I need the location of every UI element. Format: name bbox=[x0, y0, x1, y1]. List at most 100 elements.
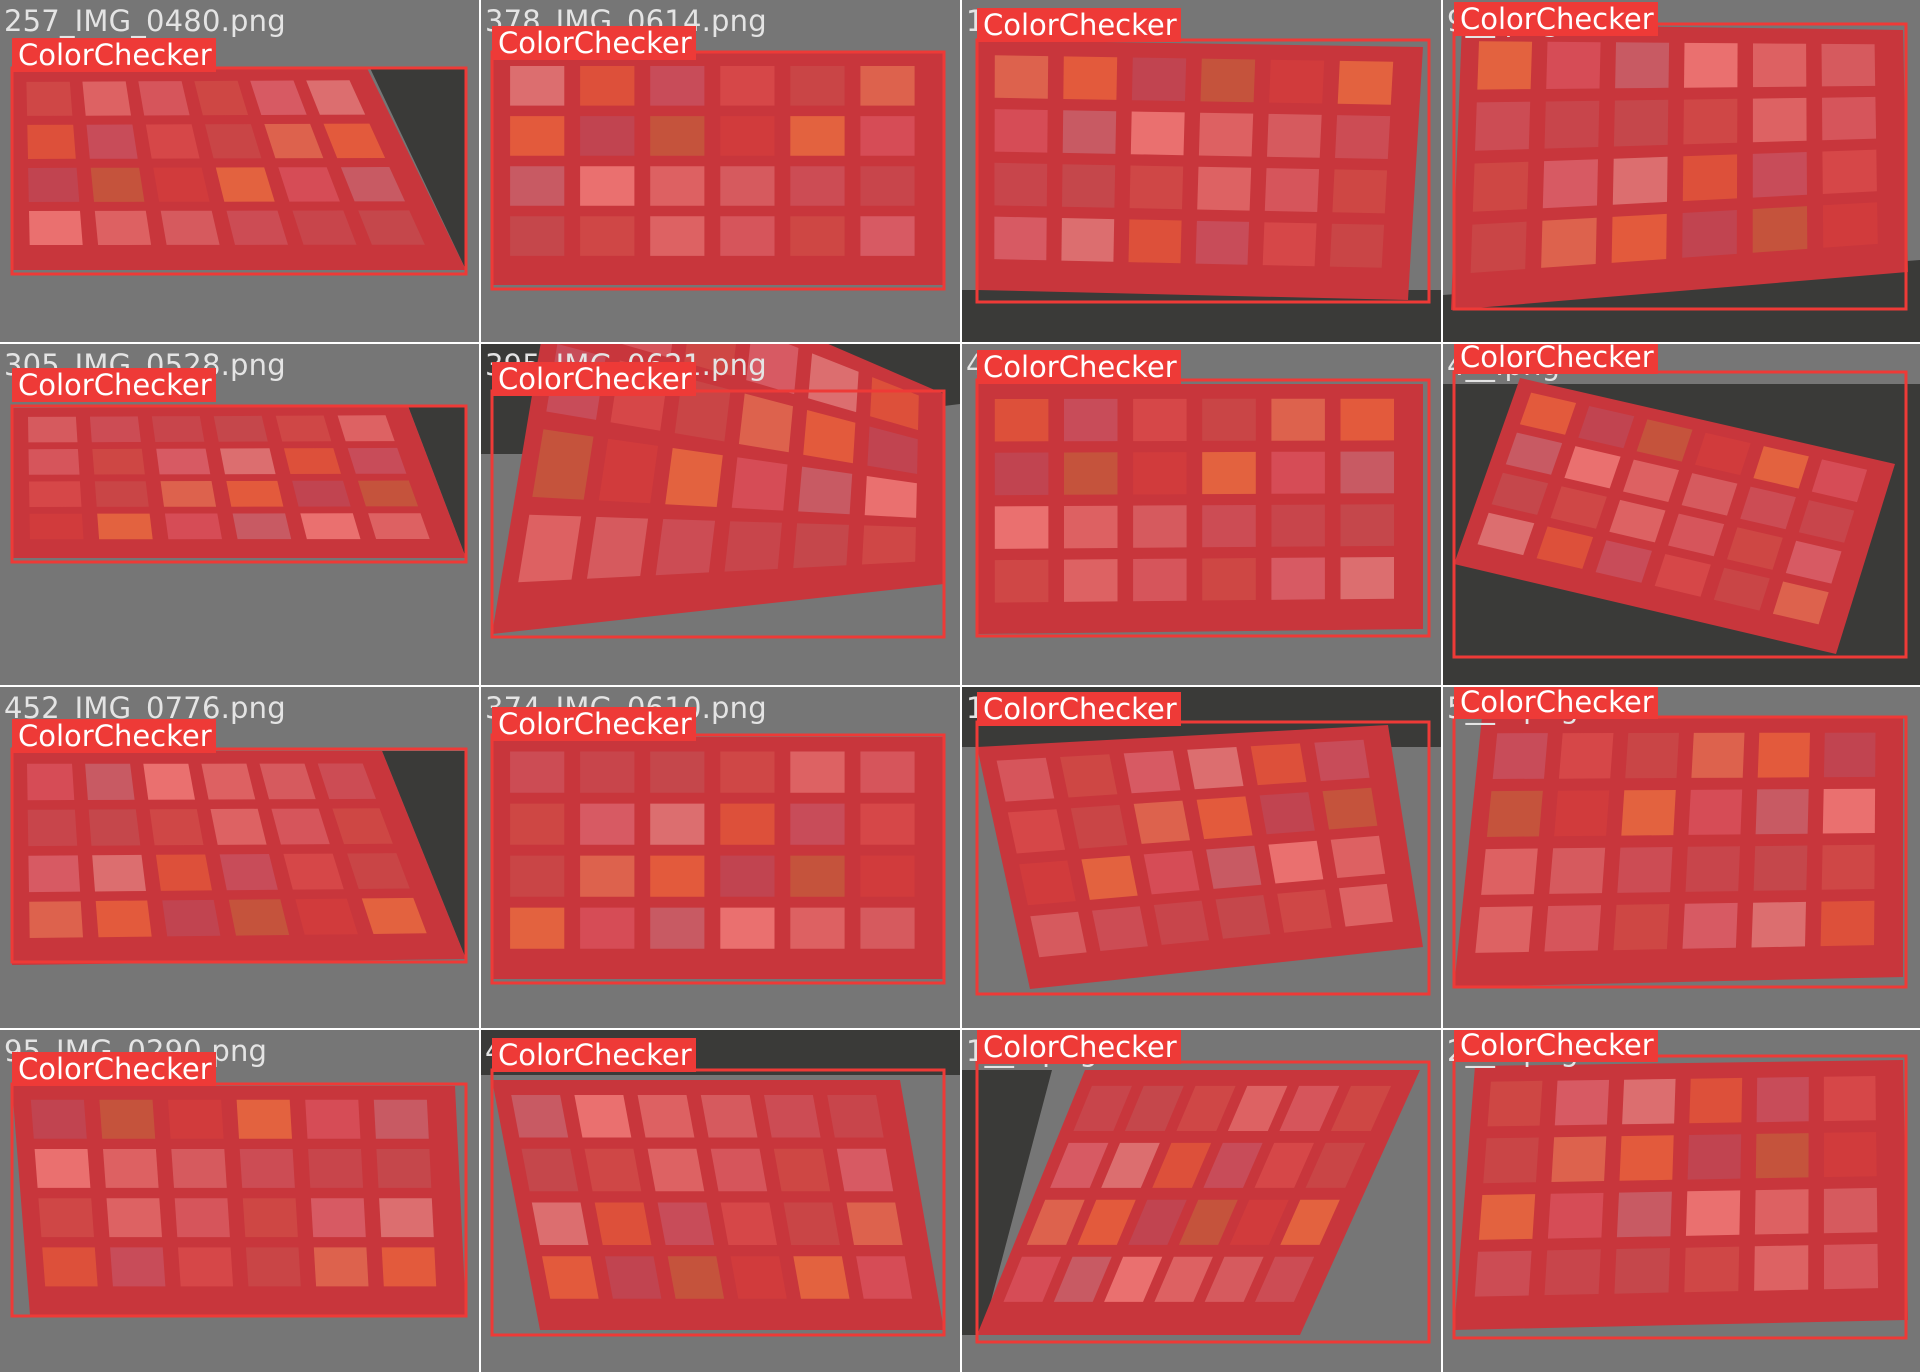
color-patch bbox=[637, 1095, 695, 1138]
color-patch bbox=[28, 449, 80, 475]
color-patch bbox=[510, 855, 565, 897]
color-patch bbox=[665, 448, 723, 507]
class-label: ColorChecker bbox=[1454, 344, 1658, 374]
color-patch bbox=[836, 1148, 894, 1192]
color-patch bbox=[168, 1099, 224, 1139]
color-patch bbox=[106, 1198, 162, 1238]
color-patch bbox=[151, 416, 205, 442]
color-patch bbox=[42, 1247, 98, 1287]
color-patch bbox=[580, 66, 635, 106]
color-patch bbox=[1554, 1079, 1610, 1126]
color-patch bbox=[219, 854, 278, 891]
color-patch bbox=[1143, 850, 1200, 895]
color-patch bbox=[1474, 1250, 1532, 1297]
color-patch bbox=[1687, 1134, 1742, 1180]
color-patch bbox=[373, 1099, 429, 1139]
color-patch bbox=[34, 1149, 91, 1188]
color-patch bbox=[1129, 165, 1184, 210]
color-patch bbox=[790, 66, 845, 106]
color-patch bbox=[864, 476, 917, 518]
color-patch bbox=[1133, 800, 1190, 844]
color-patch bbox=[92, 448, 145, 475]
color-patch bbox=[300, 513, 361, 540]
color-patch bbox=[1755, 789, 1809, 835]
color-patch bbox=[226, 210, 288, 245]
color-patch bbox=[29, 210, 83, 245]
class-label: ColorChecker bbox=[1454, 2, 1658, 36]
color-patch bbox=[213, 415, 268, 442]
color-patch bbox=[1064, 559, 1118, 602]
color-patch bbox=[510, 751, 565, 793]
color-patch bbox=[1062, 164, 1116, 208]
color-patch bbox=[655, 519, 716, 576]
detection-tile: 374_IMG_0610.pngColorChecker bbox=[481, 687, 960, 1028]
color-patch bbox=[162, 899, 221, 937]
color-patch bbox=[1483, 1137, 1539, 1184]
color-patch bbox=[720, 751, 775, 793]
color-patch bbox=[1756, 1077, 1809, 1123]
color-patch bbox=[667, 1256, 725, 1299]
color-patch bbox=[587, 516, 649, 579]
detection-tile: 1__7.pngColorChecker bbox=[962, 1030, 1441, 1372]
color-patch bbox=[1754, 1189, 1809, 1235]
color-patch bbox=[720, 216, 775, 256]
detection-tile: 257_IMG_0480.png ColorChecker bbox=[0, 0, 479, 342]
detection-tile: 1__7.pngColorChecker bbox=[962, 687, 1441, 1028]
color-patch bbox=[1752, 152, 1807, 198]
color-patch bbox=[347, 447, 407, 474]
color-patch bbox=[379, 1198, 434, 1238]
class-label: ColorChecker bbox=[977, 350, 1181, 384]
color-patch bbox=[1547, 1192, 1604, 1239]
detection-image bbox=[1443, 22, 1920, 342]
color-patch bbox=[1542, 159, 1598, 209]
color-patch bbox=[657, 1202, 715, 1245]
color-patch bbox=[90, 167, 145, 202]
color-patch bbox=[580, 116, 635, 156]
color-patch bbox=[1689, 1077, 1743, 1124]
color-patch bbox=[1340, 398, 1394, 441]
detection-tile: 378_IMG_0614.png ColorChecker bbox=[481, 0, 960, 342]
color-patch bbox=[27, 763, 75, 801]
class-label: ColorChecker bbox=[492, 1038, 696, 1072]
color-patch bbox=[580, 166, 635, 206]
color-patch bbox=[94, 210, 152, 245]
color-patch bbox=[92, 854, 146, 892]
class-label: ColorChecker bbox=[977, 1030, 1181, 1064]
color-patch bbox=[164, 513, 222, 540]
color-patch bbox=[531, 1202, 589, 1245]
color-patch bbox=[29, 513, 84, 540]
color-patch bbox=[1685, 846, 1740, 892]
color-patch bbox=[827, 1095, 884, 1138]
detection-image bbox=[1452, 715, 1908, 989]
class-label: ColorChecker bbox=[1454, 687, 1658, 719]
color-patch bbox=[88, 809, 141, 846]
color-patch bbox=[1475, 101, 1531, 151]
color-patch bbox=[1200, 58, 1256, 103]
color-patch bbox=[793, 1256, 850, 1299]
color-patch bbox=[1081, 855, 1138, 900]
color-patch bbox=[1544, 905, 1602, 952]
color-patch bbox=[1546, 41, 1601, 89]
color-patch bbox=[160, 210, 220, 245]
color-patch bbox=[580, 803, 635, 845]
color-patch bbox=[1625, 732, 1679, 779]
color-patch bbox=[860, 855, 915, 897]
color-patch bbox=[518, 514, 582, 583]
color-patch bbox=[1215, 895, 1271, 939]
color-patch bbox=[574, 1095, 632, 1138]
color-patch bbox=[337, 415, 395, 442]
detection-image bbox=[962, 38, 1441, 342]
color-patch bbox=[156, 448, 211, 475]
color-patch bbox=[862, 525, 916, 565]
color-patch bbox=[29, 901, 83, 938]
color-patch bbox=[232, 513, 292, 540]
color-patch bbox=[1197, 166, 1252, 211]
color-patch bbox=[650, 907, 705, 949]
color-patch bbox=[99, 1099, 156, 1139]
color-patch bbox=[650, 66, 705, 106]
color-patch bbox=[1267, 113, 1322, 158]
color-patch bbox=[28, 855, 81, 893]
color-patch bbox=[860, 166, 915, 206]
color-patch bbox=[994, 162, 1048, 207]
color-patch bbox=[542, 1256, 599, 1299]
